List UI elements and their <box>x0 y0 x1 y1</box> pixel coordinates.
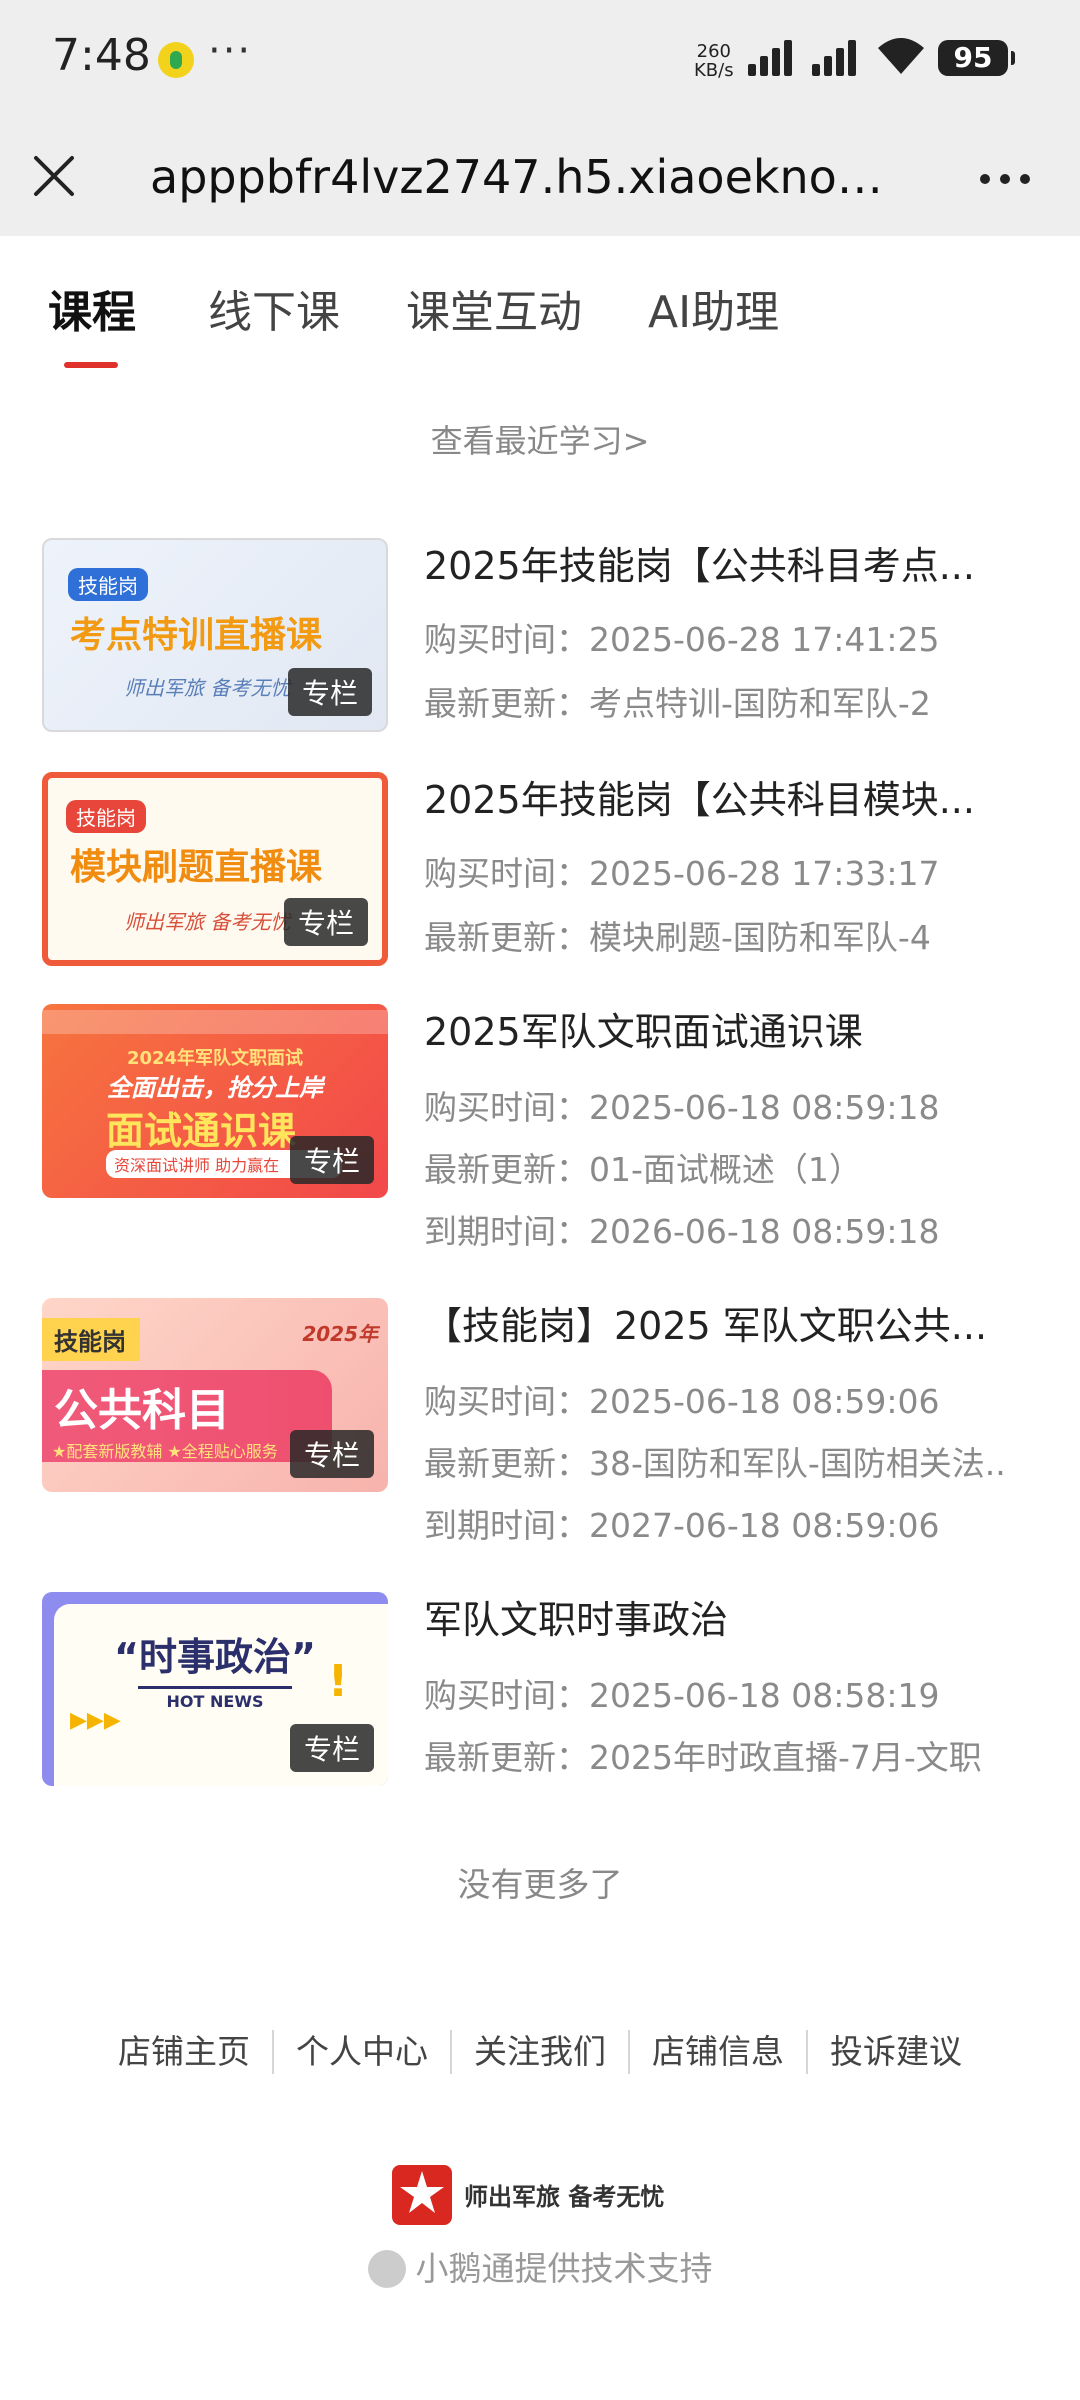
more-notifications-icon: ··· <box>208 28 253 74</box>
thumb-tag: 2024年军队文职面试 <box>126 1048 304 1069</box>
network-speed-unit: KB/s <box>694 60 734 81</box>
star-icon <box>400 2171 444 2213</box>
thumb-slogan: 全面出击，抢分上岸 <box>107 1074 323 1102</box>
column-badge: 专栏 <box>289 1136 374 1184</box>
footer-links: 店铺主页 个人中心 关注我们 店铺信息 投诉建议 <box>0 2030 1080 2074</box>
purchase-time: 购买时间：2025-06-18 08:58:19 <box>424 1676 940 1715</box>
powered-by-text: 小鹅通提供技术支持 <box>415 2249 713 2288</box>
course-title[interactable]: 2025军队文职面试通识课 <box>424 1004 1044 1060</box>
close-icon[interactable] <box>28 150 80 202</box>
footer-link-shop-info[interactable]: 店铺信息 <box>630 2030 808 2074</box>
thumb-tag: 技能岗 <box>42 1318 140 1361</box>
exclamation-icon: ! <box>328 1656 349 1707</box>
signal-1-icon <box>748 40 798 76</box>
course-item[interactable]: 技能岗 2025年 公共科目 ★配套新版教辅 ★全程贴心服务 专栏 【技能岗】2… <box>42 1298 1052 1558</box>
status-bar: 7:48 ··· 260 KB/s 95 <box>0 0 1080 120</box>
latest-update: 最新更新：01-面试概述（1） <box>424 1150 862 1189</box>
thumb-subtitle: 师出军旅 备考无忧 <box>124 910 291 934</box>
tab-ai-assistant[interactable]: AI助理 <box>648 276 779 340</box>
expire-time: 到期时间：2026-06-18 08:59:18 <box>424 1212 940 1251</box>
network-speed-value: 260 <box>696 41 731 62</box>
course-item[interactable]: 2024年军队文职面试 全面出击，抢分上岸 面试通识课 资深面试讲师 助力赢在 … <box>42 1004 1052 1264</box>
wifi-icon <box>878 38 924 74</box>
footer-link-personal-center[interactable]: 个人中心 <box>274 2030 452 2074</box>
url-text[interactable]: apppbfr4lvz2747.h5.xiaoeknow.c... <box>150 144 910 210</box>
thumb-tag: 技能岗 <box>68 568 148 601</box>
course-thumbnail: 技能岗 2025年 公共科目 ★配套新版教辅 ★全程贴心服务 专栏 <box>42 1298 388 1492</box>
xiaoe-logo-icon <box>367 2250 406 2288</box>
course-item[interactable]: “时事政治” HOT NEWS ▶▶▶ ! 专栏 军队文职时事政治 购买时间：2… <box>42 1592 1052 1792</box>
latest-update: 最新更新：模块刷题-国防和军队-4 <box>424 918 931 957</box>
column-badge: 专栏 <box>283 898 368 946</box>
thumb-subtitle: 师出军旅 备考无忧 <box>124 676 291 700</box>
footer-link-follow-us[interactable]: 关注我们 <box>452 2030 630 2074</box>
course-thumbnail: 技能岗 模块刷题直播课 师出军旅 备考无忧 专栏 <box>42 772 388 966</box>
brand-slogan: 师出军旅 备考无忧 <box>464 2183 665 2211</box>
status-time: 7:48 <box>52 30 151 81</box>
thumb-title: 公共科目 <box>54 1385 230 1436</box>
course-thumbnail: 技能岗 考点特训直播课 师出军旅 备考无忧 专栏 <box>42 538 388 732</box>
thumb-title: 模块刷题直播课 <box>70 847 323 888</box>
tab-courses[interactable]: 课程 <box>48 276 136 340</box>
thumb-header-strip <box>42 1010 388 1034</box>
purchase-time: 购买时间：2025-06-28 17:41:25 <box>424 620 940 659</box>
purchase-time: 购买时间：2025-06-18 08:59:18 <box>424 1088 940 1127</box>
recent-study-link[interactable]: 查看最近学习> <box>0 416 1080 462</box>
thumb-year: 2025年 <box>302 1322 378 1346</box>
signal-2-icon <box>812 40 862 76</box>
app-notification-icon <box>158 42 194 78</box>
more-options-icon[interactable] <box>970 148 1040 208</box>
course-title[interactable]: 2025年技能岗【公共科目模块... <box>424 772 1044 828</box>
purchase-time: 购买时间：2025-06-28 17:33:17 <box>424 854 940 893</box>
tab-offline-courses[interactable]: 线下课 <box>208 276 340 340</box>
browser-toolbar: apppbfr4lvz2747.h5.xiaoeknow.c... <box>0 120 1080 236</box>
arrows-icon: ▶▶▶ <box>70 1708 121 1733</box>
column-badge: 专栏 <box>289 1724 374 1772</box>
thumb-title: 考点特训直播课 <box>70 615 323 656</box>
column-badge: 专栏 <box>289 1430 374 1478</box>
thumb-underline <box>138 1686 292 1689</box>
powered-by: 小鹅通提供技术支持 <box>0 2242 1080 2290</box>
latest-update: 最新更新：38-国防和军队-国防相关法.. <box>424 1444 1006 1483</box>
brand-logo <box>392 2165 452 2225</box>
thumb-tag: 技能岗 <box>66 800 146 833</box>
course-title[interactable]: 【技能岗】2025 军队文职公共... <box>424 1298 1044 1354</box>
brand-banner: 师出军旅 备考无忧 <box>392 2165 692 2225</box>
footer-link-shop-home[interactable]: 店铺主页 <box>96 2030 274 2074</box>
battery-icon: 95 <box>938 40 1015 76</box>
network-speed: 260 KB/s <box>694 42 734 80</box>
course-title[interactable]: 2025年技能岗【公共科目考点... <box>424 538 1044 594</box>
course-title[interactable]: 军队文职时事政治 <box>424 1592 1044 1648</box>
course-item[interactable]: 技能岗 模块刷题直播课 师出军旅 备考无忧 专栏 2025年技能岗【公共科目模块… <box>42 772 1052 972</box>
latest-update: 最新更新：考点特训-国防和军队-2 <box>424 684 931 723</box>
no-more-text: 没有更多了 <box>457 1865 623 1904</box>
course-thumbnail: “时事政治” HOT NEWS ▶▶▶ ! 专栏 <box>42 1592 388 1786</box>
active-tab-indicator <box>64 362 118 368</box>
tab-bar: 课程 线下课 课堂互动 AI助理 <box>0 236 1080 376</box>
purchase-time: 购买时间：2025-06-18 08:59:06 <box>424 1382 940 1421</box>
course-item[interactable]: 技能岗 考点特训直播课 师出军旅 备考无忧 专栏 2025年技能岗【公共科目考点… <box>42 538 1052 738</box>
latest-update: 最新更新：2025年时政直播-7月-文职 <box>424 1738 982 1777</box>
thumb-subtitle: ★配套新版教辅 ★全程贴心服务 <box>52 1442 278 1461</box>
tab-classroom-interaction[interactable]: 课堂互动 <box>406 276 582 340</box>
course-thumbnail: 2024年军队文职面试 全面出击，抢分上岸 面试通识课 资深面试讲师 助力赢在 … <box>42 1004 388 1198</box>
footer-link-complaint[interactable]: 投诉建议 <box>808 2030 984 2074</box>
column-badge: 专栏 <box>287 668 372 716</box>
expire-time: 到期时间：2027-06-18 08:59:06 <box>424 1506 940 1545</box>
thumb-title: 面试通识课 <box>106 1109 297 1153</box>
